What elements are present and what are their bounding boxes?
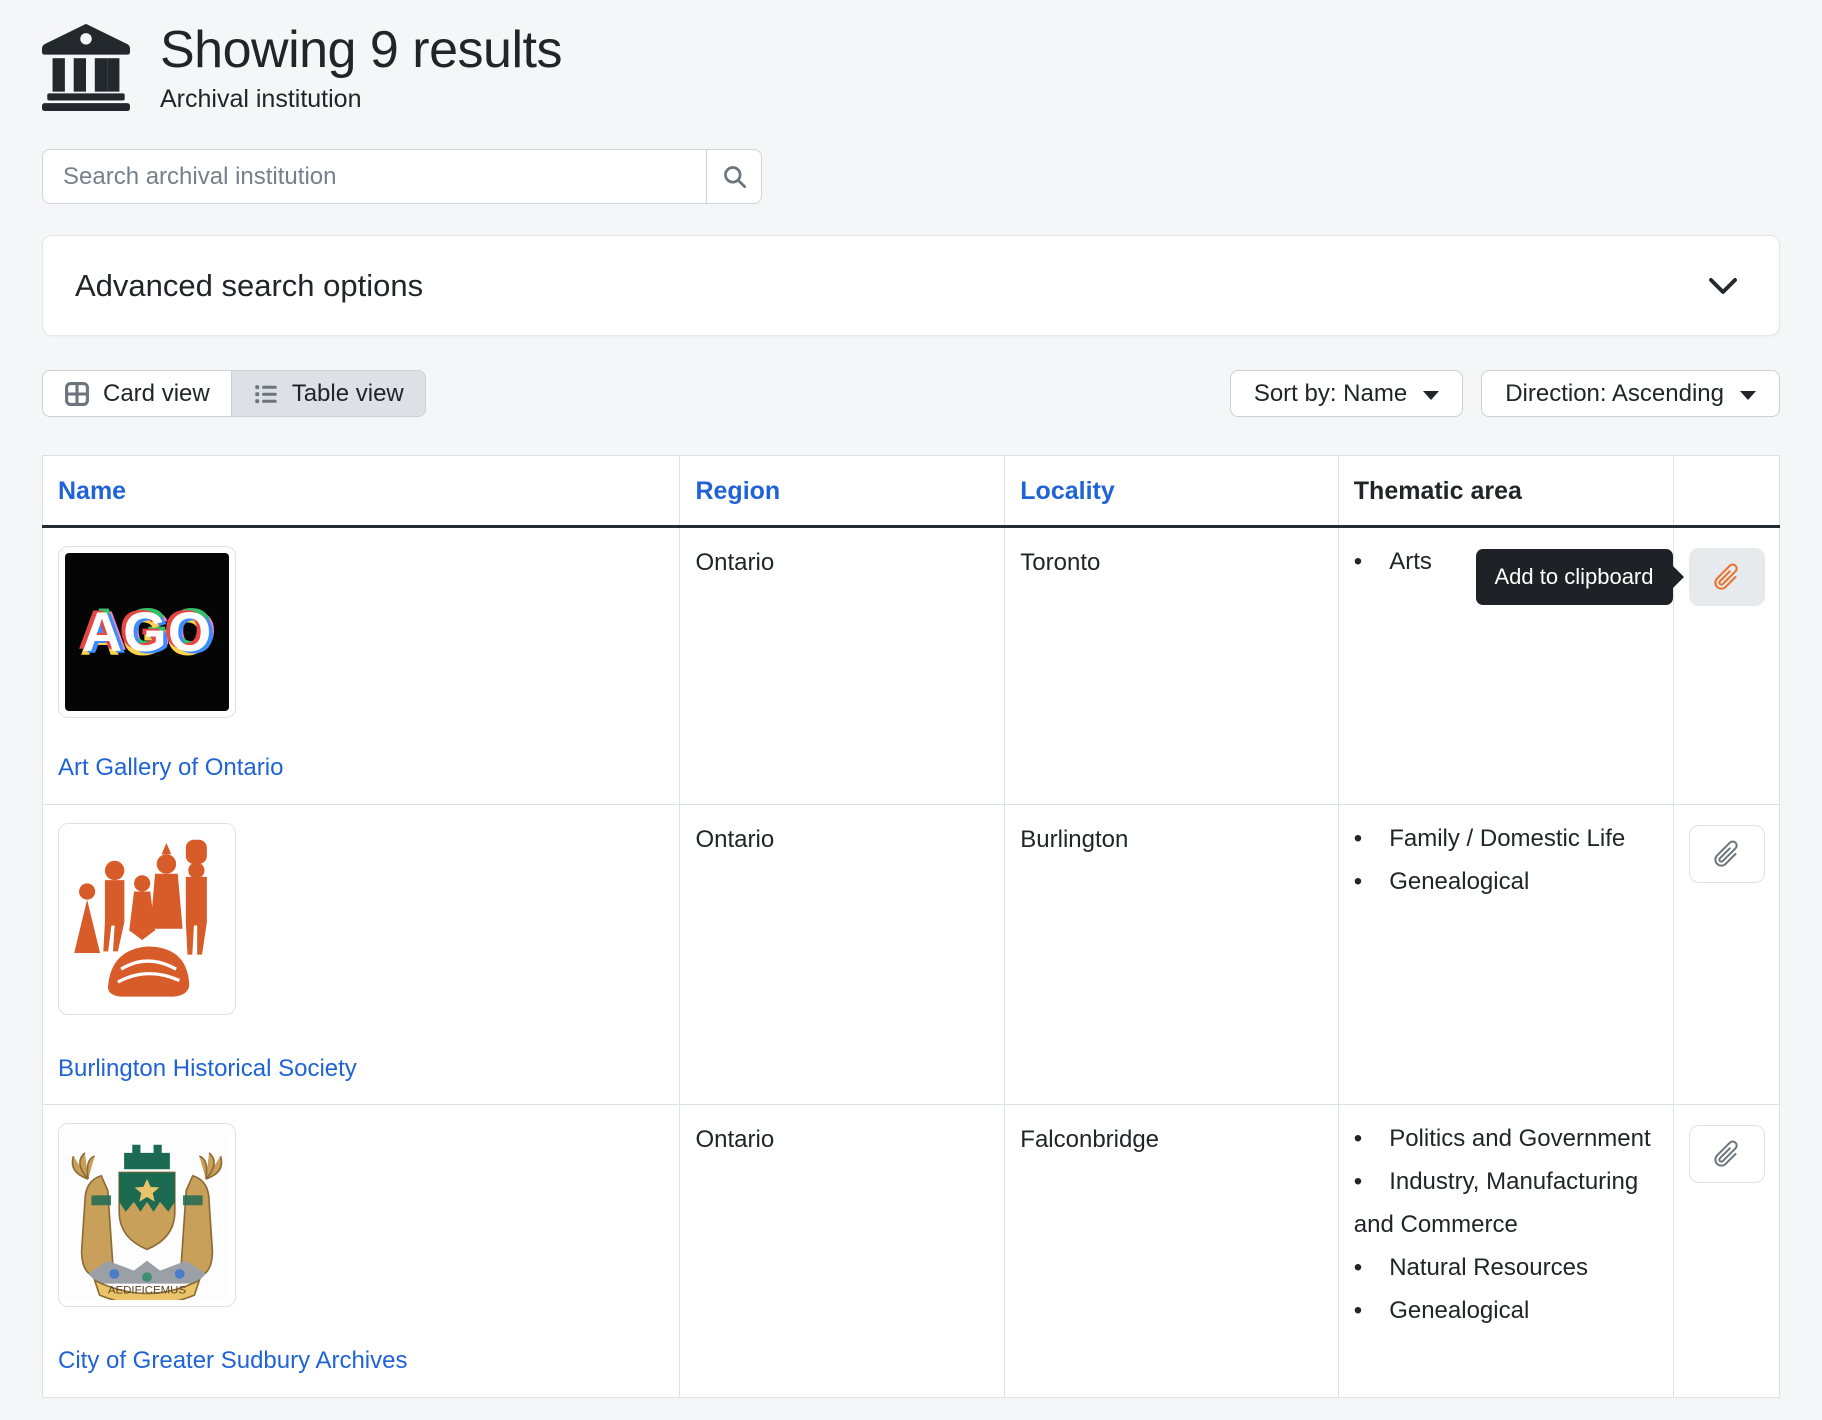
- clipboard-cell: [1674, 804, 1780, 1105]
- search-button[interactable]: [706, 149, 762, 204]
- table-header-row: Name Region Locality Thematic area: [43, 456, 1780, 527]
- landmark-icon: [42, 16, 130, 118]
- locality-cell: Toronto: [1005, 527, 1339, 805]
- institution-logo-burlington[interactable]: [58, 823, 236, 1015]
- region-cell: Ontario: [680, 527, 1005, 805]
- page-header: Showing 9 results Archival institution: [42, 16, 1780, 118]
- table-view-label: Table view: [292, 380, 404, 408]
- thematic-item: Genealogical: [1354, 860, 1658, 903]
- add-to-clipboard-tooltip: Add to clipboard: [1476, 549, 1673, 605]
- card-view-button[interactable]: Card view: [42, 370, 232, 417]
- burlington-logo-image: [65, 830, 229, 1008]
- advanced-search-label: Advanced search options: [75, 268, 423, 304]
- caret-down-icon: [1740, 391, 1756, 400]
- name-cell: AGO Art Gallery of Ontario: [43, 527, 680, 805]
- sudbury-coat-of-arms-image: AEDIFICEMUS: [65, 1130, 229, 1300]
- institution-link[interactable]: Burlington Historical Society: [58, 1052, 357, 1087]
- page-subtitle: Archival institution: [160, 85, 562, 114]
- title-block: Showing 9 results Archival institution: [160, 16, 562, 114]
- card-view-label: Card view: [103, 380, 210, 408]
- column-header-locality[interactable]: Locality: [1005, 456, 1339, 527]
- caret-down-icon: [1423, 391, 1439, 400]
- clipboard-cell: [1674, 1105, 1780, 1398]
- advanced-search-toggle[interactable]: Advanced search options: [42, 235, 1780, 336]
- thematic-area-cell: Family / Domestic Life Genealogical: [1338, 804, 1673, 1105]
- search-input[interactable]: [42, 149, 706, 204]
- results-toolbar: Card view Table view Sort by: Name: [42, 370, 1780, 417]
- search-icon: [721, 163, 748, 190]
- institution-link[interactable]: City of Greater Sudbury Archives: [58, 1344, 407, 1379]
- add-to-clipboard-button[interactable]: [1689, 1125, 1765, 1183]
- name-cell: AEDIFICEMUS City of Greater Sudbury Arch…: [43, 1105, 680, 1398]
- column-header-clipboard: [1674, 456, 1780, 527]
- sort-by-label: Sort by: Name: [1254, 380, 1407, 408]
- view-toggle-group: Card view Table view: [42, 370, 426, 417]
- locality-cell: Falconbridge: [1005, 1105, 1339, 1398]
- list-icon: [253, 381, 279, 407]
- page-title: Showing 9 results: [160, 18, 562, 83]
- region-cell: Ontario: [680, 1105, 1005, 1398]
- institution-logo-sudbury[interactable]: AEDIFICEMUS: [58, 1123, 236, 1307]
- name-cell: Burlington Historical Society: [43, 804, 680, 1105]
- results-table: Name Region Locality Thematic area AGO A…: [42, 455, 1780, 1398]
- table-row: AEDIFICEMUS City of Greater Sudbury Arch…: [43, 1105, 1780, 1398]
- table-view-button[interactable]: Table view: [232, 370, 426, 417]
- thematic-item: Family / Domestic Life: [1354, 817, 1658, 860]
- paperclip-icon: [1711, 561, 1743, 593]
- column-header-thematic-area: Thematic area: [1338, 456, 1673, 527]
- sort-direction-label: Direction: Ascending: [1505, 380, 1724, 408]
- thematic-item: Industry, Manufacturing and Commerce: [1354, 1160, 1658, 1246]
- clipboard-cell: Add to clipboard: [1674, 527, 1780, 805]
- thematic-item: Politics and Government: [1354, 1117, 1658, 1160]
- locality-cell: Burlington: [1005, 804, 1339, 1105]
- table-row: Burlington Historical Society Ontario Bu…: [43, 804, 1780, 1105]
- institution-logo-ago[interactable]: AGO: [58, 546, 236, 718]
- coat-of-arms-motto: AEDIFICEMUS: [108, 1285, 187, 1297]
- thematic-item: Natural Resources: [1354, 1246, 1658, 1289]
- paperclip-icon: [1711, 1138, 1743, 1170]
- add-to-clipboard-button[interactable]: [1689, 548, 1765, 606]
- chevron-down-icon: [1705, 274, 1741, 298]
- institution-link[interactable]: Art Gallery of Ontario: [58, 751, 283, 786]
- thematic-item: Genealogical: [1354, 1289, 1658, 1332]
- archival-institution-browse-page: Showing 9 results Archival institution A…: [0, 0, 1822, 1398]
- sort-by-dropdown[interactable]: Sort by: Name: [1230, 370, 1463, 417]
- paperclip-icon: [1711, 838, 1743, 870]
- ago-logo-image: AGO: [65, 553, 229, 711]
- add-to-clipboard-button[interactable]: [1689, 825, 1765, 883]
- thematic-area-cell: Politics and Government Industry, Manufa…: [1338, 1105, 1673, 1398]
- sort-direction-dropdown[interactable]: Direction: Ascending: [1481, 370, 1780, 417]
- column-header-name[interactable]: Name: [43, 456, 680, 527]
- grid-icon: [64, 381, 90, 407]
- table-row: AGO Art Gallery of Ontario Ontario Toron…: [43, 527, 1780, 805]
- search-bar: [42, 149, 762, 204]
- sort-controls: Sort by: Name Direction: Ascending: [1230, 370, 1780, 417]
- column-header-region[interactable]: Region: [680, 456, 1005, 527]
- region-cell: Ontario: [680, 804, 1005, 1105]
